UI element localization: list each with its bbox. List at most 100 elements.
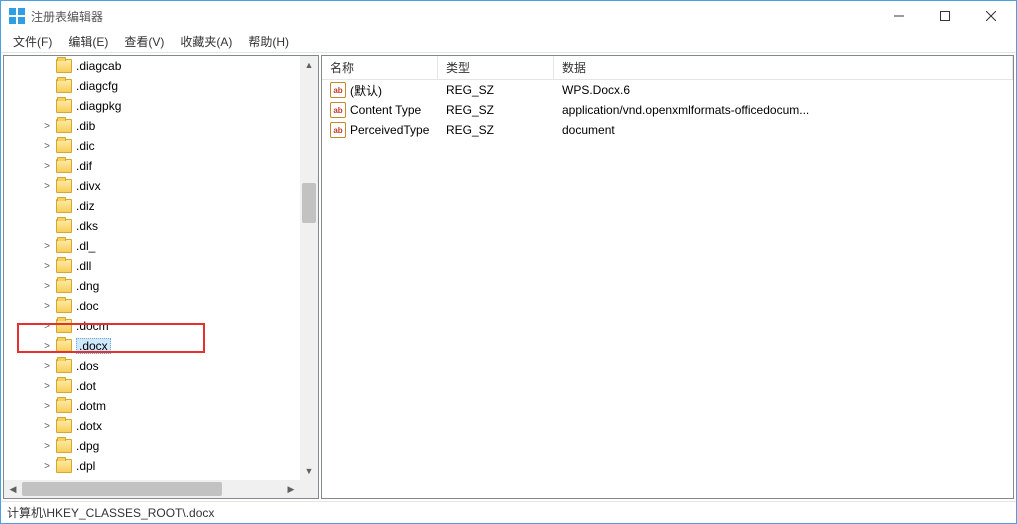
expander-icon[interactable]: >	[40, 261, 54, 272]
expander-icon[interactable]: >	[40, 141, 54, 152]
tree-horizontal-scrollbar[interactable]: ◀ ▶	[4, 480, 300, 498]
column-header-data[interactable]: 数据	[554, 56, 1013, 80]
menu-edit[interactable]: 编辑(E)	[60, 31, 116, 52]
tree-item[interactable]: .diagcfg	[4, 76, 300, 96]
tree-item[interactable]: > .dpg	[4, 436, 300, 456]
tree-item[interactable]: >.doc	[4, 296, 300, 316]
menubar: 文件(F) 编辑(E) 查看(V) 收藏夹(A) 帮助(H)	[1, 31, 1016, 53]
expander-icon[interactable]: >	[40, 341, 54, 352]
expander-icon[interactable]: >	[40, 181, 54, 192]
folder-icon	[56, 99, 72, 113]
close-button[interactable]	[968, 1, 1014, 31]
list-body[interactable]: ab(默认)REG_SZWPS.Docx.6abContent TypeREG_…	[322, 80, 1013, 498]
expander-icon[interactable]: >	[40, 461, 54, 472]
value-type: REG_SZ	[438, 83, 554, 97]
tree-item[interactable]: >.divx	[4, 176, 300, 196]
menu-help[interactable]: 帮助(H)	[240, 31, 297, 52]
folder-icon	[56, 119, 72, 133]
menu-file[interactable]: 文件(F)	[5, 31, 60, 52]
folder-icon	[56, 459, 72, 473]
menu-favorites[interactable]: 收藏夹(A)	[172, 31, 240, 52]
menu-view[interactable]: 查看(V)	[116, 31, 172, 52]
column-header-type[interactable]: 类型	[438, 56, 554, 80]
tree-item[interactable]: >.docx	[4, 336, 300, 356]
expander-icon[interactable]: >	[40, 421, 54, 432]
list-header: 名称 类型 数据	[322, 56, 1013, 80]
folder-icon	[56, 399, 72, 413]
tree-vertical-scrollbar[interactable]: ▲ ▼	[300, 56, 318, 480]
expander-icon[interactable]: >	[40, 321, 54, 332]
tree-item-label: .docm	[76, 319, 109, 333]
folder-icon	[56, 299, 72, 313]
tree-item-label: .diz	[76, 199, 95, 213]
scroll-up-arrow-icon[interactable]: ▲	[300, 56, 318, 74]
expander-icon[interactable]: >	[40, 301, 54, 312]
tree-item[interactable]: >.dpl	[4, 456, 300, 476]
value-row[interactable]: ab(默认)REG_SZWPS.Docx.6	[322, 80, 1013, 100]
expander-icon[interactable]: >	[40, 161, 54, 172]
tree-item-label: .dic	[76, 139, 95, 153]
titlebar: 注册表编辑器	[1, 1, 1016, 31]
tree-item[interactable]: > .dos	[4, 356, 300, 376]
tree-item-label: .dotx	[76, 419, 102, 433]
string-value-icon: ab	[330, 122, 346, 138]
content-area: .diagcab.diagcfg.diagpkg>.dib>.dic>.dif>…	[1, 53, 1016, 501]
tree-item-label: .dpg	[76, 439, 99, 453]
folder-icon	[56, 179, 72, 193]
tree-item[interactable]: > .dl_	[4, 236, 300, 256]
tree-item[interactable]: .diagcab	[4, 56, 300, 76]
value-name: Content Type	[350, 103, 421, 117]
tree-item[interactable]: .diagpkg	[4, 96, 300, 116]
folder-icon	[56, 359, 72, 373]
tree-item[interactable]: > .dif	[4, 156, 300, 176]
tree-item[interactable]: > .docm	[4, 316, 300, 336]
expander-icon[interactable]: >	[40, 401, 54, 412]
tree-item-label: .dos	[76, 359, 99, 373]
folder-icon	[56, 259, 72, 273]
tree-item-label: .dif	[76, 159, 92, 173]
value-row[interactable]: abContent TypeREG_SZapplication/vnd.open…	[322, 100, 1013, 120]
folder-icon	[56, 79, 72, 93]
window-title: 注册表编辑器	[31, 8, 876, 25]
tree-item[interactable]: > .dic	[4, 136, 300, 156]
tree-item[interactable]: > .dot	[4, 376, 300, 396]
tree-item[interactable]: >.dotm	[4, 396, 300, 416]
scroll-thumb[interactable]	[302, 183, 316, 223]
value-type: REG_SZ	[438, 123, 554, 137]
minimize-button[interactable]	[876, 1, 922, 31]
scroll-down-arrow-icon[interactable]: ▼	[300, 462, 318, 480]
expander-icon[interactable]: >	[40, 381, 54, 392]
string-value-icon: ab	[330, 102, 346, 118]
status-path: 计算机\HKEY_CLASSES_ROOT\.docx	[7, 504, 214, 521]
expander-icon[interactable]: >	[40, 121, 54, 132]
column-header-name[interactable]: 名称	[322, 56, 438, 80]
folder-icon	[56, 59, 72, 73]
tree-body[interactable]: .diagcab.diagcfg.diagpkg>.dib>.dic>.dif>…	[4, 56, 318, 498]
value-data: document	[554, 123, 1013, 137]
scroll-left-arrow-icon[interactable]: ◀	[4, 480, 22, 498]
tree-item[interactable]: .dks	[4, 216, 300, 236]
tree-item-label: .dib	[76, 119, 95, 133]
folder-icon	[56, 279, 72, 293]
scroll-track[interactable]	[22, 480, 282, 498]
tree-item-label: .dl_	[76, 239, 95, 253]
app-icon	[9, 8, 25, 24]
tree-item[interactable]: .diz	[4, 196, 300, 216]
value-row[interactable]: abPerceivedTypeREG_SZdocument	[322, 120, 1013, 140]
value-name: (默认)	[350, 82, 382, 99]
folder-icon	[56, 439, 72, 453]
tree-item-label: .dot	[76, 379, 96, 393]
tree-item[interactable]: >.dll	[4, 256, 300, 276]
expander-icon[interactable]: >	[40, 361, 54, 372]
tree-item[interactable]: >.dng	[4, 276, 300, 296]
scroll-track[interactable]	[300, 74, 318, 462]
scroll-thumb[interactable]	[22, 482, 222, 496]
expander-icon[interactable]: >	[40, 281, 54, 292]
tree-item[interactable]: > .dib	[4, 116, 300, 136]
expander-icon[interactable]: >	[40, 241, 54, 252]
tree-item-label: .diagcfg	[76, 79, 118, 93]
maximize-button[interactable]	[922, 1, 968, 31]
tree-item[interactable]: > .dotx	[4, 416, 300, 436]
scroll-right-arrow-icon[interactable]: ▶	[282, 480, 300, 498]
expander-icon[interactable]: >	[40, 441, 54, 452]
